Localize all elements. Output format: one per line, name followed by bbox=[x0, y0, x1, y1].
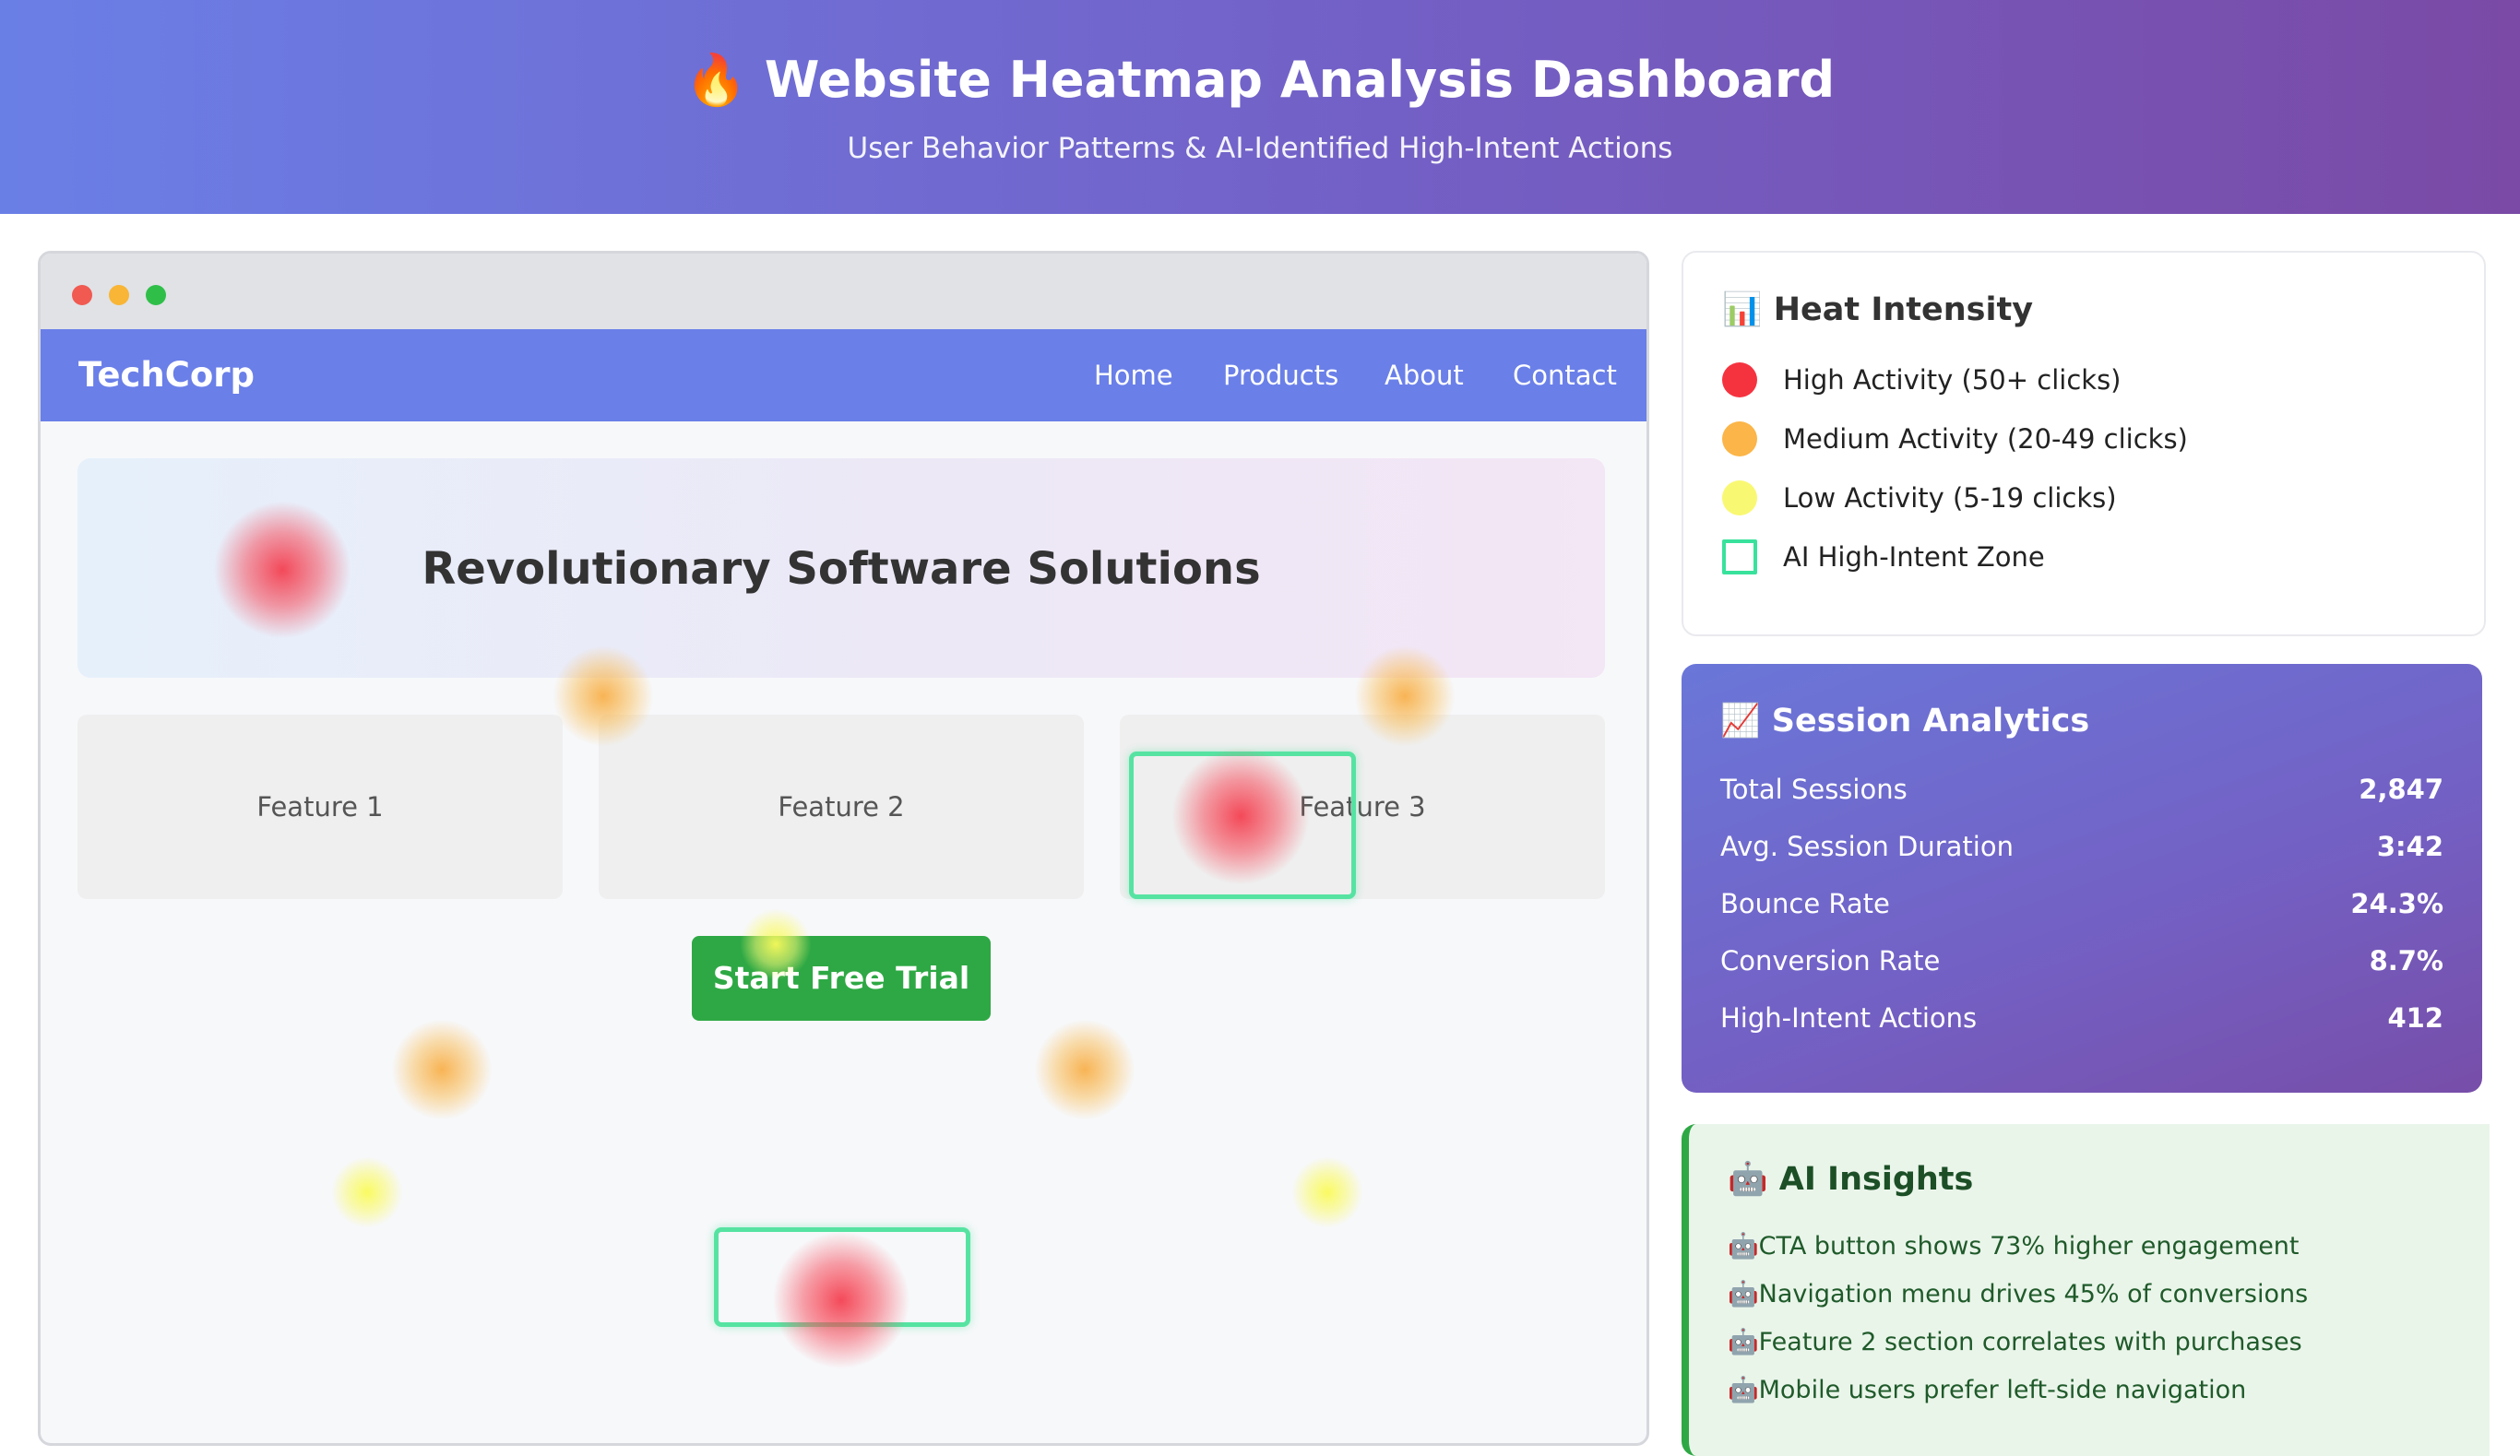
insight-item: 🤖Mobile users prefer left-side navigatio… bbox=[1728, 1376, 2247, 1404]
legend-item-high: High Activity (50+ clicks) bbox=[1722, 358, 2442, 402]
hero-title: Revolutionary Software Solutions bbox=[422, 543, 1261, 595]
session-analytics-card: 📈 Session Analytics Total Sessions 2,847… bbox=[1682, 664, 2482, 1093]
browser-titlebar bbox=[41, 254, 1646, 329]
insight-item: 🤖Feature 2 section correlates with purch… bbox=[1728, 1328, 2302, 1356]
stat-label: High-Intent Actions bbox=[1720, 1002, 1978, 1034]
ai-insights-title: 🤖 AI Insights bbox=[1728, 1161, 1974, 1198]
feature-card-2[interactable]: Feature 2 bbox=[599, 715, 1084, 899]
legend-label: Low Activity (5-19 clicks) bbox=[1783, 482, 2117, 514]
dashboard-header: 🔥 Website Heatmap Analysis Dashboard Use… bbox=[0, 0, 2520, 214]
hero-banner: Revolutionary Software Solutions bbox=[77, 458, 1605, 678]
session-analytics-title: 📈 Session Analytics bbox=[1720, 703, 2090, 740]
dashboard-subtitle: User Behavior Patterns & AI-Identified H… bbox=[847, 132, 1673, 165]
insight-item: 🤖Navigation menu drives 45% of conversio… bbox=[1728, 1280, 2309, 1308]
stat-row: High-Intent Actions 412 bbox=[1720, 998, 2443, 1038]
stat-label: Total Sessions bbox=[1720, 774, 1908, 805]
ai-high-intent-zone bbox=[714, 1227, 970, 1327]
nav-link-products[interactable]: Products bbox=[1223, 357, 1338, 394]
heat-spot-low bbox=[331, 1156, 403, 1228]
stat-label: Conversion Rate bbox=[1720, 945, 1941, 977]
ai-insights-card: 🤖 AI Insights 🤖CTA button shows 73% high… bbox=[1682, 1124, 2490, 1456]
legend-label: Medium Activity (20-49 clicks) bbox=[1783, 423, 2188, 455]
low-activity-swatch bbox=[1722, 480, 1757, 515]
browser-mockup: TechCorp Home Products About Contact Rev… bbox=[38, 251, 1649, 1446]
legend-item-medium: Medium Activity (20-49 clicks) bbox=[1722, 417, 2442, 461]
close-window-icon[interactable] bbox=[72, 285, 92, 305]
stat-label: Avg. Session Duration bbox=[1720, 831, 2014, 862]
site-navbar: TechCorp Home Products About Contact bbox=[41, 329, 1646, 421]
minimize-window-icon[interactable] bbox=[109, 285, 129, 305]
feature-card-1[interactable]: Feature 1 bbox=[77, 715, 563, 899]
nav-link-about[interactable]: About bbox=[1385, 357, 1464, 394]
heat-spot-medium bbox=[1034, 1019, 1135, 1120]
ai-zone-swatch bbox=[1722, 539, 1757, 574]
nav-link-home[interactable]: Home bbox=[1094, 357, 1173, 394]
legend-item-ai-zone: AI High-Intent Zone bbox=[1722, 535, 2442, 579]
insight-item: 🤖CTA button shows 73% higher engagement bbox=[1728, 1232, 2300, 1261]
legend-label: High Activity (50+ clicks) bbox=[1783, 364, 2122, 396]
heat-spot-medium bbox=[391, 1019, 493, 1120]
dashboard-title: 🔥 Website Heatmap Analysis Dashboard bbox=[684, 51, 1836, 109]
ai-high-intent-zone bbox=[1129, 752, 1356, 899]
nav-link-contact[interactable]: Contact bbox=[1513, 357, 1617, 394]
stat-value: 412 bbox=[2387, 1002, 2443, 1034]
legend-item-low: Low Activity (5-19 clicks) bbox=[1722, 476, 2442, 520]
medium-activity-swatch bbox=[1722, 421, 1757, 456]
maximize-window-icon[interactable] bbox=[146, 285, 166, 305]
legend-label: AI High-Intent Zone bbox=[1783, 541, 2045, 573]
stat-value: 2,847 bbox=[2359, 774, 2443, 805]
stat-row: Avg. Session Duration 3:42 bbox=[1720, 826, 2443, 867]
stat-value: 8.7% bbox=[2369, 945, 2443, 977]
high-activity-swatch bbox=[1722, 362, 1757, 397]
stat-label: Bounce Rate bbox=[1720, 888, 1890, 919]
heat-intensity-legend: 📊 Heat Intensity High Activity (50+ clic… bbox=[1682, 251, 2486, 636]
stat-row: Bounce Rate 24.3% bbox=[1720, 883, 2443, 924]
stat-row: Conversion Rate 8.7% bbox=[1720, 941, 2443, 981]
stat-value: 3:42 bbox=[2376, 831, 2443, 862]
legend-title: 📊 Heat Intensity bbox=[1722, 291, 2034, 328]
stat-value: 24.3% bbox=[2350, 888, 2443, 919]
site-brand[interactable]: TechCorp bbox=[78, 353, 255, 397]
heat-spot-low bbox=[1291, 1156, 1363, 1228]
stat-row: Total Sessions 2,847 bbox=[1720, 769, 2443, 810]
start-free-trial-button[interactable]: Start Free Trial bbox=[692, 936, 991, 1021]
